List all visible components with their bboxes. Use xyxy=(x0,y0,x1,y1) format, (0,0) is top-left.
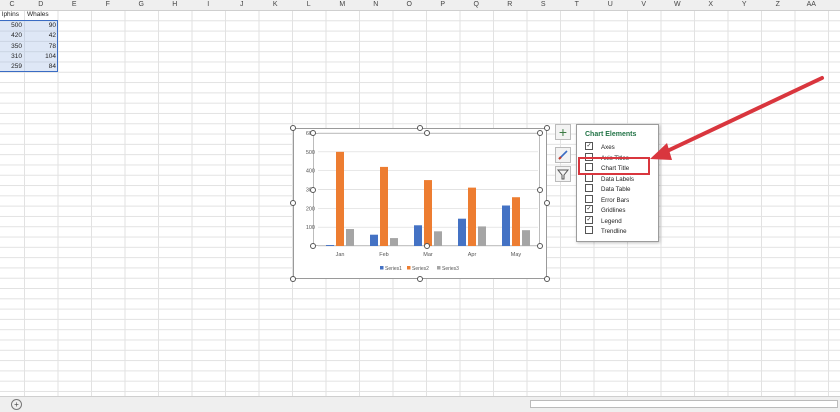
resize-handle[interactable] xyxy=(424,130,430,136)
resize-handle[interactable] xyxy=(417,125,423,131)
resize-handle[interactable] xyxy=(544,125,550,131)
column-letter[interactable]: C xyxy=(0,0,24,10)
chart-element-item[interactable]: ✓ Legend xyxy=(585,215,622,227)
column-letter[interactable]: T xyxy=(560,0,594,10)
resize-handle[interactable] xyxy=(290,125,296,131)
table-cell[interactable]: 259 xyxy=(0,62,22,72)
add-sheet-button[interactable]: + xyxy=(11,399,22,410)
column-letter[interactable]: P xyxy=(426,0,460,10)
resize-handle[interactable] xyxy=(537,243,543,249)
resize-handle[interactable] xyxy=(424,243,430,249)
chart-element-label: Data Table xyxy=(601,186,631,193)
header-cell-d[interactable]: Whales xyxy=(27,10,57,20)
table-cell[interactable]: 90 xyxy=(26,21,56,31)
column-letter[interactable]: S xyxy=(527,0,561,10)
chart-element-item[interactable]: Error Bars xyxy=(585,194,630,206)
plus-icon: + xyxy=(558,124,568,140)
horizontal-scrollbar[interactable] xyxy=(530,400,838,408)
column-letter[interactable]: O xyxy=(393,0,427,10)
chart-styles-button[interactable] xyxy=(555,147,571,163)
status-bar: + xyxy=(0,396,840,412)
table-cell[interactable]: 42 xyxy=(26,31,56,41)
chart-element-label: Error Bars xyxy=(601,196,630,204)
table-cell[interactable]: 420 xyxy=(0,31,22,41)
checkbox[interactable]: ✓ xyxy=(585,205,593,214)
column-letter[interactable]: W xyxy=(661,0,695,10)
column-letter[interactable]: Q xyxy=(460,0,494,10)
checkbox[interactable] xyxy=(585,194,593,203)
column-letter[interactable]: Y xyxy=(728,0,762,10)
column-letter[interactable]: V xyxy=(627,0,661,10)
checkbox[interactable]: ✓ xyxy=(585,142,593,151)
resize-handle[interactable] xyxy=(537,130,543,136)
chart-element-item[interactable]: ✓ Axes xyxy=(585,142,615,153)
resize-handle[interactable] xyxy=(310,243,316,249)
column-letter[interactable]: K xyxy=(259,0,293,10)
column-letter[interactable]: I xyxy=(192,0,226,10)
checkbox[interactable] xyxy=(585,184,593,193)
chart-element-item[interactable]: Data Labels xyxy=(585,173,635,185)
column-letter[interactable]: F xyxy=(91,0,125,10)
resize-handle[interactable] xyxy=(537,187,543,193)
table-cell[interactable]: 350 xyxy=(0,42,22,52)
resize-handle[interactable] xyxy=(417,276,423,282)
column-letter[interactable]: U xyxy=(594,0,628,10)
chart-element-label: Legend xyxy=(601,217,622,225)
chart-elements-button[interactable]: + xyxy=(555,124,571,140)
resize-handle[interactable] xyxy=(290,276,296,282)
chart-elements-panel: Chart Elements ✓ Axes Axis Titles Chart Tit… xyxy=(576,124,659,242)
checkbox[interactable] xyxy=(585,226,593,235)
checkbox[interactable] xyxy=(585,173,593,182)
brush-icon xyxy=(558,150,568,160)
column-letter[interactable]: H xyxy=(158,0,192,10)
highlight-box xyxy=(578,157,650,175)
chart-element-label: Trendline xyxy=(601,228,627,235)
column-header-row: C D E F G H I J K L M N O P Q R S T U V W X Y Z AA xyxy=(0,0,840,11)
checkbox[interactable]: ✓ xyxy=(585,215,593,224)
chart-element-label: Gridlines xyxy=(601,207,626,214)
table-cell[interactable]: 310 xyxy=(0,52,22,62)
resize-handle[interactable] xyxy=(544,276,550,282)
resize-handle[interactable] xyxy=(310,187,316,193)
chart-filters-button[interactable] xyxy=(555,166,571,182)
chart-element-label: Data Labels xyxy=(601,175,635,183)
column-letter[interactable]: X xyxy=(694,0,728,10)
column-letter[interactable]: J xyxy=(225,0,259,10)
resize-handle[interactable] xyxy=(310,130,316,136)
header-cell-c[interactable]: lphins xyxy=(2,10,24,20)
column-letter[interactable]: D xyxy=(24,0,58,10)
column-letter[interactable]: N xyxy=(359,0,393,10)
panel-title: Chart Elements xyxy=(585,131,637,138)
plot-area[interactable] xyxy=(313,133,540,246)
table-cell[interactable]: 104 xyxy=(26,52,56,62)
resize-handle[interactable] xyxy=(290,200,296,206)
column-letter[interactable]: M xyxy=(326,0,360,10)
table-cell[interactable]: 84 xyxy=(26,62,56,72)
chart-element-item[interactable]: ✓ Gridlines xyxy=(585,205,626,216)
column-letter[interactable]: AA xyxy=(795,0,829,10)
funnel-icon xyxy=(556,169,570,180)
table-cell[interactable]: 500 xyxy=(0,21,22,31)
column-letter[interactable]: G xyxy=(125,0,159,10)
column-letter[interactable]: Z xyxy=(761,0,795,10)
column-letter[interactable]: L xyxy=(292,0,326,10)
column-letter[interactable]: E xyxy=(58,0,92,10)
chart-element-label: Axes xyxy=(601,144,615,151)
table-cell[interactable]: 78 xyxy=(26,42,56,52)
chart-element-item[interactable]: Data Table xyxy=(585,184,631,195)
column-letter[interactable]: R xyxy=(493,0,527,10)
resize-handle[interactable] xyxy=(544,200,550,206)
chart-element-item[interactable]: Trendline xyxy=(585,226,627,237)
